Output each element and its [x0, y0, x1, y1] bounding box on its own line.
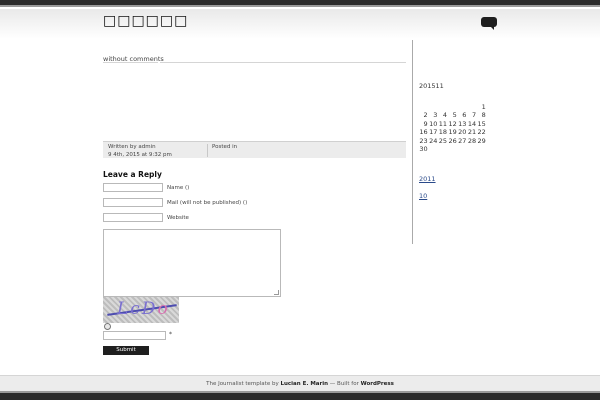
calendar-table: 1 2 3 4 5 6 7 8 9 10 11 12 13 14 15 16 17 18 19 20 21 22 23 24 2… — [418, 103, 486, 153]
calendar-day: 18 — [438, 128, 448, 137]
calendar-week: 2345678 — [418, 111, 486, 119]
calendar-day: 24 — [429, 136, 438, 145]
captcha-image: LcDo — [103, 297, 179, 323]
mail-label: Mail (will not be published) () — [167, 200, 248, 206]
mail-input[interactable] — [103, 198, 163, 207]
calendar-day: 17 — [429, 128, 438, 137]
calendar-day: 30 — [419, 145, 428, 154]
reply-heading: Leave a Reply — [103, 170, 162, 179]
top-bar — [0, 0, 600, 7]
calendar-day: 25 — [438, 136, 448, 145]
calendar-day: 10 — [429, 119, 438, 128]
post-author: Written by admin — [108, 144, 156, 150]
post-category: Posted in — [207, 144, 237, 157]
footer-wordpress-link[interactable]: WordPress — [361, 381, 394, 387]
header-background — [0, 9, 600, 39]
captcha-text-part2: o — [157, 299, 170, 319]
captcha-text-part1: LcD — [117, 299, 158, 319]
post-divider-left — [103, 62, 158, 63]
post-date: 9 4th, 2015 at 9:32 pm — [108, 151, 172, 158]
resize-grip-icon[interactable] — [274, 290, 279, 295]
calendar-caption: 201511 — [419, 82, 444, 90]
calendar-day: 28 — [467, 136, 477, 145]
calendar-day: 7 — [471, 111, 477, 120]
post-footer: Written by admin 9 4th, 2015 at 9:32 pm … — [103, 141, 406, 158]
calendar-day — [457, 145, 467, 153]
calendar-day: 27 — [458, 136, 467, 145]
calendar-day: 13 — [458, 119, 467, 128]
calendar-day: 6 — [462, 111, 467, 120]
name-input[interactable] — [103, 183, 163, 192]
comment-textarea[interactable] — [103, 229, 281, 297]
sidebar-divider — [412, 40, 413, 244]
calendar-day: 20 — [458, 128, 467, 137]
calendar-week: 30 — [418, 145, 486, 153]
calendar-day — [476, 145, 486, 153]
calendar-day: 29 — [477, 136, 486, 145]
comment-bubble-icon[interactable] — [481, 17, 497, 30]
footer-middle: — Built for — [328, 381, 361, 387]
category-link[interactable]: 10 — [419, 192, 427, 200]
footer-prefix: The Journalist template by — [206, 381, 281, 387]
site-footer: The Journalist template by Lucian E. Mar… — [0, 375, 600, 391]
calendar-day: 15 — [477, 119, 486, 128]
calendar-day: 3 — [433, 111, 438, 120]
calendar-day: 16 — [419, 128, 428, 137]
calendar-day: 21 — [467, 128, 477, 137]
bottom-bar — [0, 391, 600, 400]
archive-link[interactable]: 2011 — [419, 175, 436, 183]
calendar-day: 5 — [452, 111, 457, 120]
site-title[interactable]: □□□□□□ — [103, 13, 188, 29]
calendar-week: 1 — [418, 103, 486, 111]
calendar-day: 8 — [481, 111, 486, 120]
calendar-day — [466, 145, 476, 153]
submit-comment-button[interactable]: Submit Comment — [103, 346, 149, 362]
calendar-day: 2 — [423, 111, 428, 120]
calendar-day — [457, 103, 467, 111]
calendar-day: 19 — [448, 128, 457, 137]
captcha-input[interactable] — [103, 331, 166, 340]
post-author-date: Written by admin 9 4th, 2015 at 9:32 pm — [108, 144, 172, 159]
calendar-week: 9 10 11 12 13 14 15 — [418, 120, 486, 128]
calendar-week: 23 24 25 26 27 28 29 — [418, 136, 486, 145]
calendar-day: 26 — [448, 136, 457, 145]
calendar-day — [466, 103, 476, 111]
calendar-day — [447, 103, 457, 111]
calendar-day: 14 — [467, 119, 477, 128]
calendar-day: 1 — [481, 103, 486, 111]
footer-author-link[interactable]: Lucian E. Marin — [280, 381, 328, 387]
website-input[interactable] — [103, 213, 163, 222]
calendar-day — [418, 103, 428, 111]
calendar-week: 16 17 18 19 20 21 22 — [418, 128, 486, 137]
refresh-icon[interactable] — [104, 323, 111, 330]
calendar-day — [447, 145, 457, 153]
calendar-day — [437, 145, 447, 153]
calendar-day: 9 — [423, 119, 428, 128]
calendar-day: 23 — [419, 136, 428, 145]
post-divider — [160, 62, 406, 63]
calendar-day: 11 — [438, 119, 448, 128]
calendar-day — [437, 103, 447, 111]
calendar-day — [428, 103, 438, 111]
name-label: Name () — [167, 185, 190, 191]
required-mark: * — [169, 331, 172, 338]
calendar-day: 4 — [442, 111, 448, 120]
calendar-day: 12 — [448, 119, 457, 128]
calendar-day: 22 — [477, 128, 486, 137]
website-label: Website — [167, 215, 189, 221]
captcha-text: LcDo — [117, 299, 170, 319]
calendar-day — [428, 145, 438, 153]
